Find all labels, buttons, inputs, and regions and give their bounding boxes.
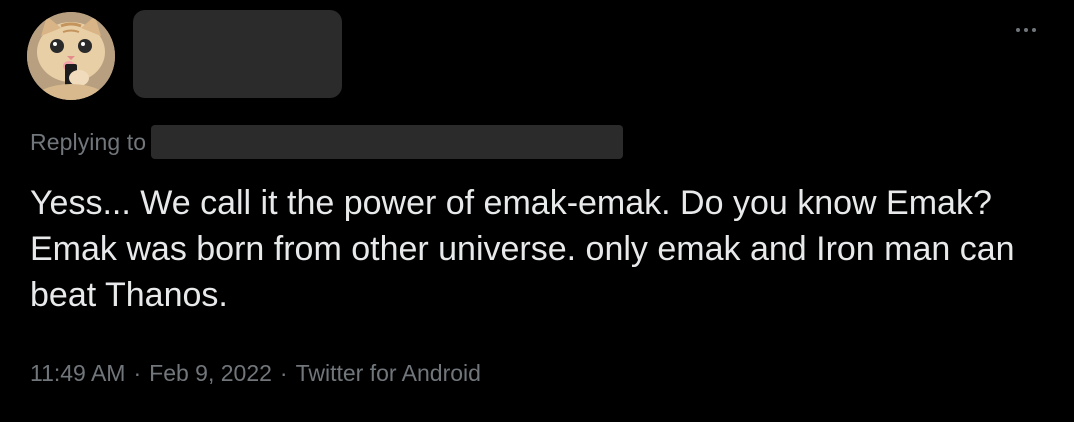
metadata-separator: · xyxy=(133,360,142,386)
replying-to-line: Replying to xyxy=(30,125,624,159)
replying-to-label: Replying to xyxy=(30,128,147,155)
tweet-time[interactable]: 11:49 AM xyxy=(30,360,125,387)
author-name-redaction xyxy=(133,10,342,98)
tweet-text: Yess... We call it the power of emak-ema… xyxy=(30,184,1015,314)
avatar[interactable] xyxy=(27,12,115,100)
more-horizontal-icon xyxy=(1024,28,1028,32)
replying-to-handle-redaction[interactable] xyxy=(151,125,624,159)
more-horizontal-icon xyxy=(1032,28,1036,32)
tweet-date[interactable]: Feb 9, 2022 xyxy=(149,360,272,387)
more-horizontal-icon xyxy=(1016,28,1020,32)
cat-avatar-image xyxy=(27,12,115,100)
tweet-source[interactable]: Twitter for Android xyxy=(296,360,481,387)
tweet-metadata: 11:49 AM · Feb 9, 2022 · Twitter for And… xyxy=(30,360,481,387)
more-options-button[interactable] xyxy=(1006,18,1046,42)
tweet-card: Replying to Yess... We call it the power… xyxy=(0,0,1074,422)
metadata-separator: · xyxy=(279,360,288,386)
